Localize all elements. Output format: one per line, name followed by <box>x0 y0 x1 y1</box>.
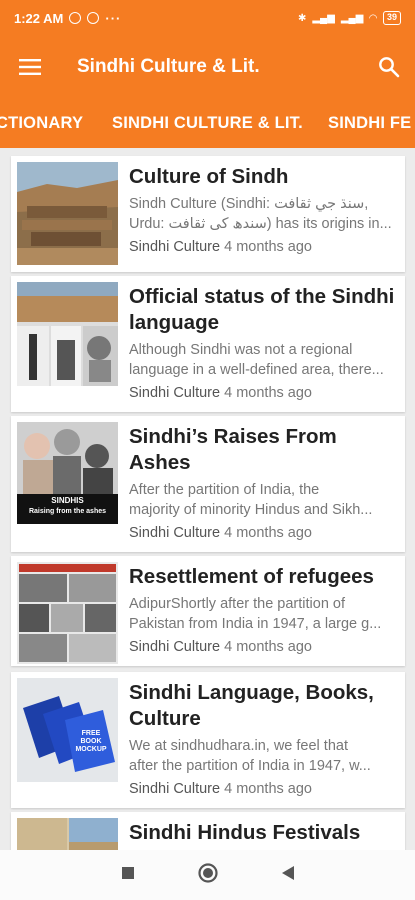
post-title: Official status of the Sindhi language <box>129 285 395 334</box>
post-card[interactable]: FREE BOOK MOCKUP Sindhi Language, Books,… <box>11 672 405 808</box>
post-thumbnail <box>17 162 118 265</box>
post-excerpt: Although Sindhi was not a regional langu… <box>129 340 399 380</box>
post-meta: Sindhi Culture 4 months ago <box>129 781 399 797</box>
post-category: Sindhi Culture <box>129 239 221 255</box>
post-meta: Sindhi Culture 4 months ago <box>129 525 399 541</box>
post-title: Resettlement of refugees <box>129 565 374 588</box>
circle-icon[interactable] <box>197 862 219 889</box>
post-excerpt-line: After the partition of India, the <box>129 482 320 498</box>
post-excerpt-line: language in a well-defined area, there..… <box>129 362 384 378</box>
whatsapp-icon <box>69 12 82 24</box>
system-nav-bar <box>0 850 415 900</box>
post-category: Sindhi Culture <box>129 781 221 797</box>
post-thumbnail: SINDHIS Raising from the ashes <box>17 422 118 524</box>
post-thumbnail <box>17 282 118 386</box>
post-card[interactable]: Resettlement of refugees AdipurShortly a… <box>11 556 405 666</box>
post-excerpt-line: Pakistan from India in 1947, a large g..… <box>129 616 382 632</box>
app-toolbar: Sindhi Culture & Lit. <box>0 36 415 98</box>
post-time: 4 months ago <box>224 781 312 797</box>
square-icon[interactable] <box>121 866 135 885</box>
post-excerpt-line: Urdu: سندھ کی ثقافت) has its origins in.… <box>129 216 392 232</box>
post-thumbnail <box>17 562 118 664</box>
post-card[interactable]: SINDHIS Raising from the ashes Sindhi’s … <box>11 416 405 552</box>
post-category: Sindhi Culture <box>129 525 221 541</box>
post-meta: Sindhi Culture 4 months ago <box>129 639 399 655</box>
post-excerpt-line: after the partition of India in 1947, w.… <box>129 758 371 774</box>
post-card[interactable]: Culture of Sindh Sindh Culture (Sindhi: … <box>11 156 405 272</box>
page-title: Sindhi Culture & Lit. <box>77 56 260 77</box>
search-icon[interactable] <box>363 36 415 98</box>
post-excerpt-line: majority of minority Hindus and Sikh... <box>129 502 373 518</box>
post-title: Sindhi Hindus Festivals <box>129 821 361 844</box>
post-time: 4 months ago <box>224 385 312 401</box>
post-excerpt: Sindh Culture (Sindhi: سنڌ جي ثقافت, Urd… <box>129 194 399 234</box>
post-excerpt-line: We at sindhudhara.in, we feel that <box>129 738 348 754</box>
tab-dictionary[interactable]: CTIONARY <box>0 98 83 148</box>
thumbnail-caption: SINDHIS <box>51 496 84 505</box>
post-time: 4 months ago <box>224 239 312 255</box>
hamburger-menu-icon[interactable] <box>0 36 60 98</box>
post-title: Sindhi Language, Books, Culture <box>129 681 374 730</box>
post-list: Culture of Sindh Sindh Culture (Sindhi: … <box>0 148 415 850</box>
post-meta: Sindhi Culture 4 months ago <box>129 385 399 401</box>
whatsapp-business-icon <box>87 12 100 24</box>
bluetooth-icon: ✱ <box>297 12 307 24</box>
thumbnail-caption: Raising from the ashes <box>28 508 107 515</box>
post-thumbnail: FREE BOOK MOCKUP <box>17 678 118 782</box>
post-category: Sindhi Culture <box>129 639 221 655</box>
post-excerpt: AdipurShortly after the partition of Pak… <box>129 594 399 634</box>
post-excerpt-line: AdipurShortly after the partition of <box>129 596 346 612</box>
post-title: Sindhi’s Raises From Ashes <box>129 425 337 474</box>
post-excerpt: After the partition of India, the majori… <box>129 480 399 520</box>
status-time: 1:22 AM <box>14 10 64 26</box>
tab-sindhi-festivals[interactable]: SINDHI FE <box>328 98 411 148</box>
signal-icon-2: ▂▄▆ <box>340 12 364 24</box>
thumbnail-caption: FREE BOOK MOCKUP <box>75 730 107 753</box>
post-thumbnail <box>17 818 118 850</box>
post-meta: Sindhi Culture 4 months ago <box>129 239 399 255</box>
post-title: Culture of Sindh <box>129 165 289 188</box>
post-excerpt-line: Although Sindhi was not a regional <box>129 342 353 358</box>
post-excerpt-line: Sindh Culture (Sindhi: سنڌ جي ثقافت, <box>129 196 369 212</box>
wifi-icon: ◠ <box>369 12 377 24</box>
battery-icon: 39 <box>382 11 401 25</box>
status-bar: 1:22 AM ··· ✱ ▂▄▆ ▂▄▆ ◠ 39 <box>0 0 415 36</box>
category-tabs: CTIONARY SINDHI CULTURE & LIT. SINDHI FE <box>0 98 415 148</box>
post-card[interactable]: Sindhi Hindus Festivals <box>11 812 405 850</box>
notification-more-icon: ··· <box>105 10 122 26</box>
post-time: 4 months ago <box>224 525 312 541</box>
post-card[interactable]: Official status of the Sindhi language A… <box>11 276 405 412</box>
tab-sindhi-culture[interactable]: SINDHI CULTURE & LIT. <box>112 98 303 148</box>
back-triangle-icon[interactable] <box>281 865 295 886</box>
post-time: 4 months ago <box>224 639 312 655</box>
post-category: Sindhi Culture <box>129 385 221 401</box>
signal-icon: ▂▄▆ <box>312 12 335 24</box>
post-excerpt: We at sindhudhara.in, we feel that after… <box>129 736 399 776</box>
